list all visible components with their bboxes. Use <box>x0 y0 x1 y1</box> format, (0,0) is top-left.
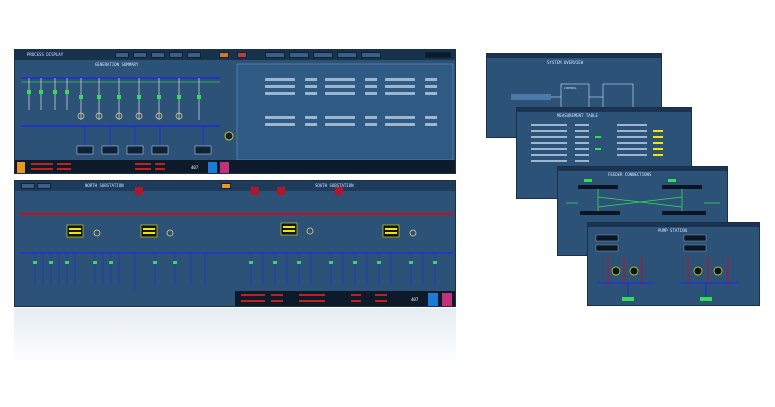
process-subtitle: GENERATION SUMMARY <box>95 62 139 67</box>
panel-reflection <box>14 308 456 368</box>
substation-diagram <box>19 187 455 306</box>
counter-value: 407 <box>411 297 419 302</box>
pump-station-window[interactable]: PUMP STATION <box>587 222 760 306</box>
scada-window-bottom-left[interactable]: NORTH SUBSTATION SOUTH SUBSTATION 407 <box>14 180 456 307</box>
single-line-diagram <box>15 63 455 173</box>
control-box-label: CONTROL <box>564 86 577 90</box>
scada-window-top-left[interactable]: PROCESS DISPLAY GENERATION SUMMARY 407 <box>14 49 456 174</box>
counter-value: 407 <box>191 165 199 170</box>
pump-diagram <box>595 234 738 301</box>
